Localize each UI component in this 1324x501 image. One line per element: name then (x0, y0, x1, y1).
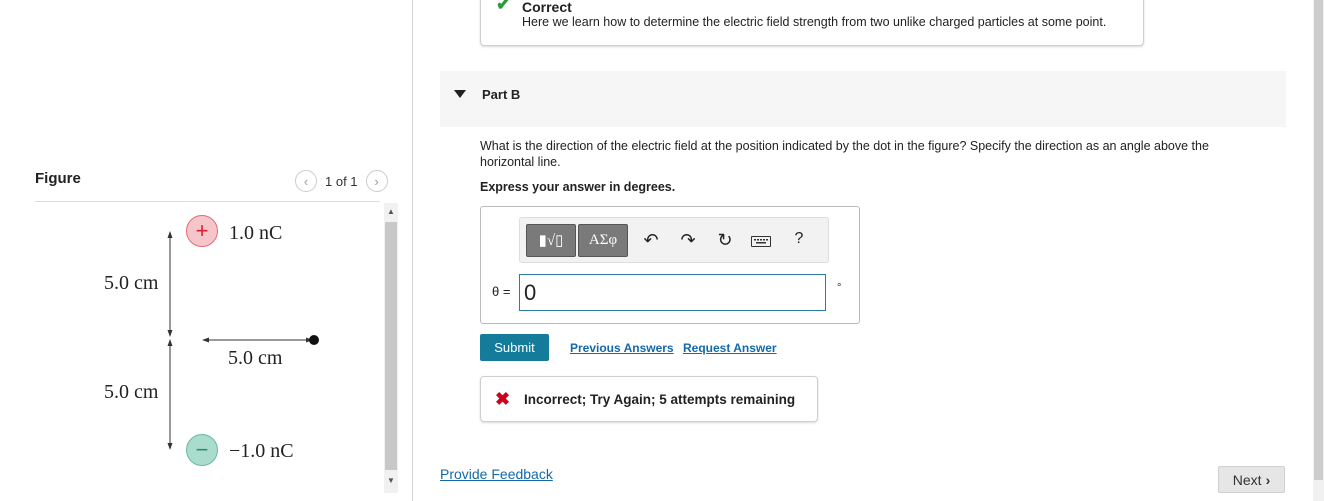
panel-divider (412, 0, 413, 501)
unit-label: ° (837, 282, 842, 294)
negative-charge: − (186, 434, 218, 466)
figure-title: Figure (35, 170, 81, 187)
figure-pager: ‹ 1 of 1 › (295, 170, 388, 192)
part-label: Part B (482, 87, 521, 102)
templates-button[interactable]: ▮√▯ (526, 224, 576, 257)
reset-icon[interactable]: ↻ (714, 230, 736, 251)
redo-icon[interactable]: ↷ (677, 230, 699, 251)
part-b-header[interactable] (440, 71, 1286, 127)
previous-answers-link[interactable]: Previous Answers (570, 341, 674, 355)
feedback-title: Correct (522, 0, 572, 15)
figure-divider (35, 201, 380, 202)
symbols-button[interactable]: ΑΣφ (578, 224, 628, 257)
horizontal-distance-label: 5.0 cm (228, 347, 283, 369)
result-message: Incorrect; Try Again; 5 attempts remaini… (524, 392, 796, 407)
figure-scroll-thumb[interactable] (385, 222, 397, 470)
provide-feedback-link[interactable]: Provide Feedback (440, 466, 553, 482)
submit-button[interactable]: Submit (480, 334, 549, 361)
scroll-down-icon[interactable]: ▼ (384, 474, 398, 488)
bottom-distance-label: 5.0 cm (104, 381, 159, 403)
positive-charge: + (186, 215, 218, 247)
negative-charge-label: −1.0 nC (229, 440, 294, 462)
x-mark-icon: ✖ (495, 389, 511, 409)
instruction-text: Express your answer in degrees. (480, 180, 676, 194)
answer-input[interactable]: 0 (519, 274, 826, 311)
next-button[interactable]: Next › (1218, 466, 1285, 493)
chevron-right-icon[interactable]: › (365, 170, 388, 192)
feedback-message: Here we learn how to determine the elect… (522, 15, 1107, 29)
checkmark-icon: ✔ (496, 0, 512, 14)
collapse-triangle-icon[interactable] (454, 90, 466, 98)
next-label: Next (1232, 471, 1262, 488)
chevron-left-icon[interactable]: ‹ (295, 170, 317, 192)
pager-label: 1 of 1 (325, 173, 358, 189)
question-text: What is the direction of the electric fi… (480, 139, 1209, 169)
chevron-right-icon: › (1265, 471, 1271, 488)
request-answer-link[interactable]: Request Answer (683, 341, 777, 355)
scroll-up-icon[interactable]: ▲ (384, 205, 398, 219)
variable-label: θ = (492, 284, 511, 299)
page-scroll-thumb[interactable] (1314, 0, 1323, 480)
undo-icon[interactable]: ↶ (640, 230, 662, 251)
help-button[interactable]: ? (788, 230, 810, 248)
top-distance-label: 5.0 cm (104, 272, 159, 294)
keyboard-icon[interactable] (751, 236, 771, 247)
positive-charge-label: 1.0 nC (229, 222, 283, 244)
field-point-dot (309, 335, 319, 345)
